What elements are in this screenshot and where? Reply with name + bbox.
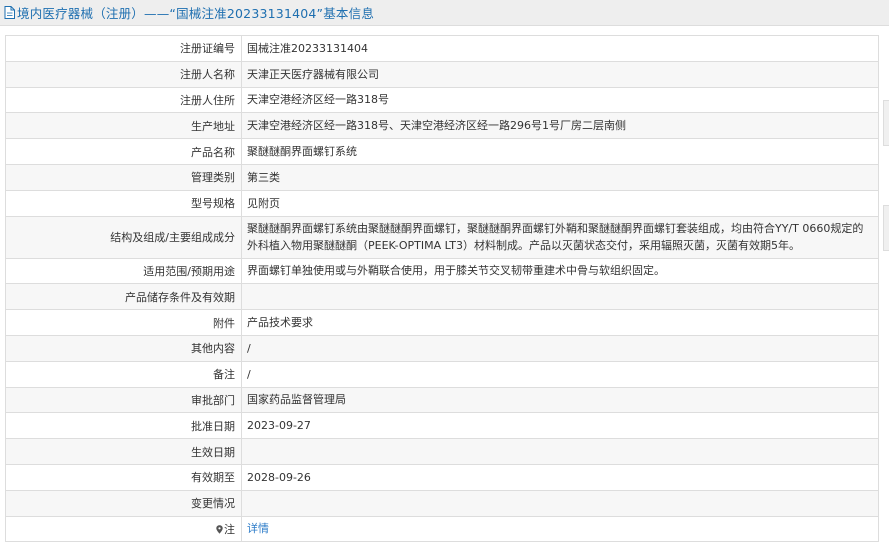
table-row: 有效期至 2028-09-26: [5, 463, 879, 491]
row-label: 生效日期: [5, 438, 242, 465]
page-title: 境内医疗器械（注册）——“国械注准20233131404”基本信息: [17, 6, 375, 21]
row-label: 其他内容: [5, 334, 242, 362]
row-value: 天津空港经济区经一路318号: [241, 86, 879, 114]
table-row: 注册人住所 天津空港经济区经一路318号: [5, 86, 879, 114]
table-row: 产品名称 聚醚醚酮界面螺钉系统: [5, 138, 879, 165]
row-value: 界面螺钉单独使用或与外鞘联合使用，用于膝关节交叉韧带重建术中骨与软组织固定。: [241, 257, 879, 285]
row-label: 产品名称: [5, 138, 242, 165]
table-row: 生产地址 天津空港经济区经一路318号、天津空港经济区经一路296号1号厂房二层…: [5, 112, 879, 140]
row-value: 国家药品监督管理局: [241, 386, 879, 414]
table-row: 产品储存条件及有效期: [5, 283, 879, 311]
table-row: 附件 产品技术要求: [5, 309, 879, 336]
table-row: 注册人名称 天津正天医疗器械有限公司: [5, 60, 879, 88]
row-value: 2023-09-27: [241, 412, 879, 440]
row-value: [241, 438, 879, 465]
row-label: 备注: [5, 360, 242, 388]
side-scroll-tab[interactable]: [883, 205, 889, 251]
row-label: 附件: [5, 309, 242, 336]
table-row: 型号规格 见附页: [5, 189, 879, 217]
row-value: 产品技术要求: [241, 309, 879, 336]
table-row: 结构及组成/主要组成成分 聚醚醚酮界面螺钉系统由聚醚醚酮界面螺钉，聚醚醚酮界面螺…: [5, 215, 879, 259]
row-label: 产品储存条件及有效期: [5, 283, 242, 311]
row-label: 管理类别: [5, 163, 242, 191]
row-value: /: [241, 334, 879, 362]
row-value: 聚醚醚酮界面螺钉系统: [241, 138, 879, 165]
row-label: 有效期至: [5, 463, 242, 491]
table-row: 其他内容 /: [5, 334, 879, 362]
row-value: 见附页: [241, 189, 879, 217]
row-value: [241, 283, 879, 311]
details-link[interactable]: 详情: [247, 522, 269, 535]
row-value: 第三类: [241, 163, 879, 191]
table-row: 管理类别 第三类: [5, 163, 879, 191]
row-value: 聚醚醚酮界面螺钉系统由聚醚醚酮界面螺钉，聚醚醚酮界面螺钉外鞘和聚醚醚酮界面螺钉套…: [241, 215, 879, 259]
location-pin-icon: [216, 524, 223, 534]
row-label: 注册证编号: [5, 35, 242, 62]
row-label: 注册人住所: [5, 86, 242, 114]
side-scroll-tab[interactable]: [883, 100, 889, 146]
table-row: 批准日期 2023-09-27: [5, 412, 879, 440]
row-label: 型号规格: [5, 189, 242, 217]
row-value: [241, 489, 879, 517]
row-label: 审批部门: [5, 386, 242, 414]
row-label: 批准日期: [5, 412, 242, 440]
note-label: 注: [5, 515, 242, 543]
table-row: 适用范围/预期用途 界面螺钉单独使用或与外鞘联合使用，用于膝关节交叉韧带重建术中…: [5, 257, 879, 285]
row-label: 结构及组成/主要组成成分: [5, 215, 242, 259]
row-value: 2028-09-26: [241, 463, 879, 491]
table-row: 注册证编号 国械注准20233131404: [5, 35, 879, 62]
note-label-text: 注: [224, 522, 235, 536]
row-value: 天津空港经济区经一路318号、天津空港经济区经一路296号1号厂房二层南侧: [241, 112, 879, 140]
row-value: 详情: [241, 515, 879, 543]
table-row: 变更情况: [5, 489, 879, 517]
table-row: 审批部门 国家药品监督管理局: [5, 386, 879, 414]
row-label: 变更情况: [5, 489, 242, 517]
row-label: 生产地址: [5, 112, 242, 140]
row-value: /: [241, 360, 879, 388]
document-icon: [4, 6, 15, 19]
table-row: 备注 /: [5, 360, 879, 388]
row-value: 天津正天医疗器械有限公司: [241, 60, 879, 88]
row-label: 注册人名称: [5, 60, 242, 88]
row-label: 适用范围/预期用途: [5, 257, 242, 285]
table-row: 注 详情: [5, 515, 879, 543]
table-row: 生效日期: [5, 438, 879, 465]
device-info-table: 注册证编号 国械注准20233131404 注册人名称 天津正天医疗器械有限公司…: [5, 35, 879, 543]
row-value: 国械注准20233131404: [241, 35, 879, 62]
page-header: 境内医疗器械（注册）——“国械注准20233131404”基本信息: [0, 0, 889, 26]
